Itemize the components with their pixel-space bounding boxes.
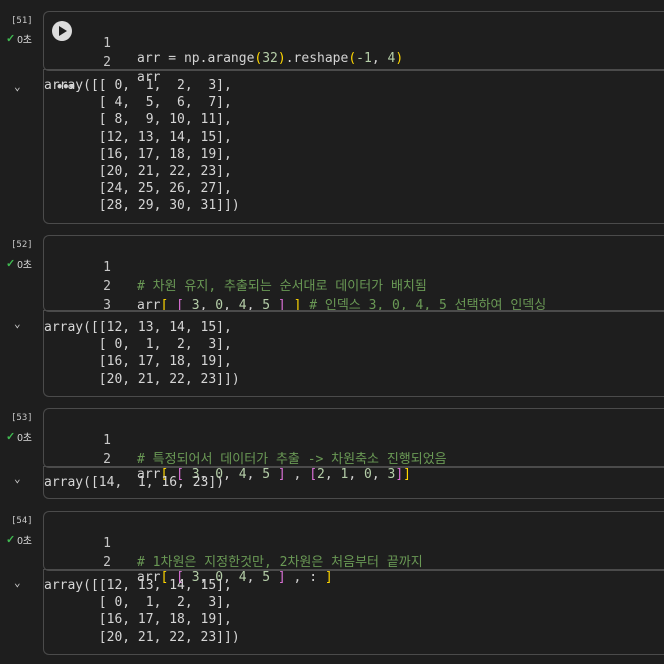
code-token: -1: [356, 51, 372, 66]
divider: [43, 569, 664, 570]
divider: [43, 466, 664, 467]
code-token: .reshape: [285, 51, 349, 66]
code-token: arr: [137, 51, 161, 66]
code-token: # 차원 유지, 추출되는 순서대로 데이터가 배치됨: [137, 279, 427, 294]
check-icon: ✓: [6, 533, 16, 546]
code-line[interactable]: 2 arr[ [ 3, 0, 4, 5 ] , [2, 1, 0, 3]]: [47, 437, 411, 482]
execution-status: ✓ 0초: [6, 257, 32, 271]
code-text: # 차원 유지, 추출되는 순서대로 데이터가 배치됨: [137, 275, 427, 294]
output-text: array([14, 1, 16, 23]): [44, 475, 225, 490]
execution-status: ✓ 0초: [6, 430, 32, 444]
code-line[interactable]: 1 arr = np.arange(32).reshape(-1, 4): [47, 21, 403, 66]
code-token: ): [395, 51, 404, 66]
code-token: (: [348, 51, 357, 66]
execution-count: [53]: [11, 413, 33, 423]
code-token: # 특정되어서 데이터가 추출 -> 차원축소 진행되었음: [137, 452, 447, 467]
check-icon: ✓: [6, 32, 16, 45]
collapse-output-chevron-icon[interactable]: ⌄: [14, 80, 21, 93]
divider: [43, 69, 664, 70]
code-line[interactable]: 3: [47, 283, 111, 313]
code-token: 32: [262, 51, 278, 66]
code-text: # 1차원은 지정한것만, 2차원은 처음부터 끝까지: [137, 551, 423, 570]
code-text: # 특정되어서 데이터가 추출 -> 차원축소 진행되었음: [137, 448, 447, 467]
code-token: = np.arange: [160, 51, 255, 66]
check-icon: ✓: [6, 257, 16, 270]
output-text: array([[12, 13, 14, 15], [ 0, 1, 2, 3], …: [44, 320, 240, 387]
divider: [43, 310, 664, 311]
collapse-output-chevron-icon[interactable]: ⌄: [14, 317, 21, 330]
output-text: array([[12, 13, 14, 15], [ 0, 1, 2, 3], …: [44, 578, 240, 645]
output-text: array([[ 0, 1, 2, 3], [ 4, 5, 6, 7], [ 8…: [44, 78, 240, 214]
code-token: ,: [371, 51, 388, 66]
code-line[interactable]: 1 # 1차원은 지정한것만, 2차원은 처음부터 끝까지: [47, 521, 423, 570]
code-text: arr = np.arange(32).reshape(-1, 4): [137, 51, 403, 66]
check-icon: ✓: [6, 430, 16, 443]
execution-count: [52]: [11, 240, 33, 250]
execution-count: [51]: [11, 16, 33, 26]
execution-status: ✓ 0초: [6, 533, 32, 547]
execution-status: ✓ 0초: [6, 32, 32, 46]
code-line[interactable]: 2 arr[ [ 3, 0, 4, 5 ] , : ]: [47, 540, 333, 585]
code-line[interactable]: 1 # 차원 유지, 추출되는 순서대로 데이터가 배치됨: [47, 245, 427, 294]
code-line[interactable]: 2 arr: [47, 40, 160, 85]
collapse-output-chevron-icon[interactable]: ⌄: [14, 472, 21, 485]
code-token: ): [277, 51, 286, 66]
code-line[interactable]: 2 arr[ [ 3, 0, 4, 5 ] ] # 인덱스 3, 0, 4, 5…: [47, 264, 546, 313]
execution-count: [54]: [11, 516, 33, 526]
code-line[interactable]: 1 # 특정되어서 데이터가 추출 -> 차원축소 진행되었음: [47, 418, 446, 467]
collapse-output-chevron-icon[interactable]: ⌄: [14, 576, 21, 589]
code-token: # 1차원은 지정한것만, 2차원은 처음부터 끝까지: [137, 555, 423, 570]
